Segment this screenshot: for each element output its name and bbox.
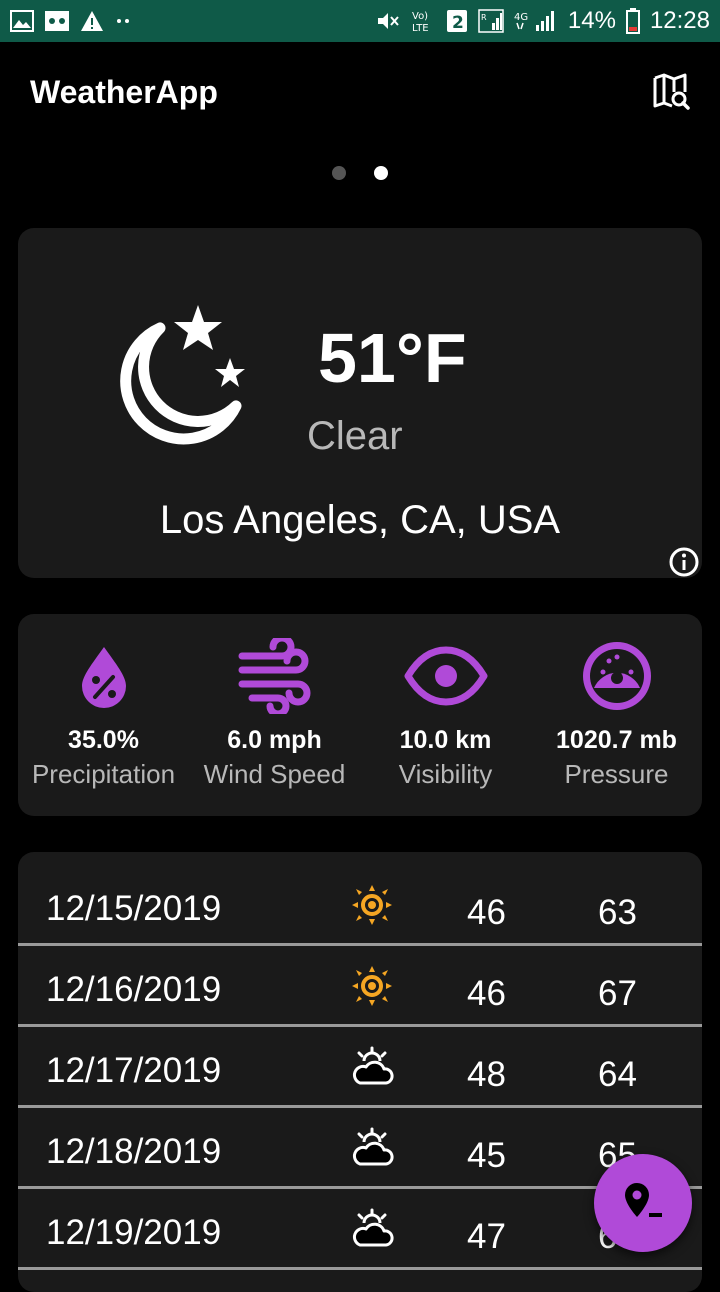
current-temperature: 51°F [318,319,467,397]
weather-stats-card: 35.0% Precipitation 6.0 mph Wind Speed 1… [18,614,702,816]
partly-cloudy-icon [352,1046,394,1085]
partly-cloudy-icon [352,1127,394,1166]
app-bar: WeatherApp [0,42,720,142]
partly-cloudy-icon [352,1208,394,1247]
current-condition: Clear [307,414,403,458]
precipitation-label: Precipitation [31,759,176,789]
stat-precipitation: 35.0% Precipitation [18,614,189,816]
gauge-icon [582,642,651,710]
forecast-date: 12/18/2019 [46,1132,222,1171]
wind-speed-value: 6.0 mph [227,726,322,754]
page-dot-2[interactable] [374,166,388,180]
pressure-label: Pressure [564,759,669,789]
stat-pressure: 1020.7 mb Pressure [531,614,702,816]
forecast-date: 12/17/2019 [46,1051,222,1090]
mute-icon [376,10,400,32]
forecast-high: 67 [598,974,637,1013]
forecast-row[interactable]: 12/16/2019 46 67 [18,946,702,1027]
voicemail-notification-icon [44,10,70,32]
forecast-high: 63 [598,893,637,932]
forecast-date: 12/19/2019 [46,1213,222,1252]
eye-icon [404,646,487,706]
location-remove-icon [625,1183,662,1217]
location-name: Los Angeles, CA, USA [159,498,561,542]
forecast-high: 64 [598,1055,637,1094]
map-search-button[interactable] [646,67,696,117]
page-indicator [0,166,720,180]
app-title: WeatherApp [30,73,218,110]
svg-text:R: R [481,13,487,22]
map-search-icon [653,73,690,110]
visibility-label: Visibility [398,759,493,789]
battery-percent: 14% [567,7,616,34]
page-dot-1[interactable] [332,166,346,180]
svg-text:4G: 4G [514,12,528,23]
precipitation-drop-icon [81,647,126,708]
forecast-low: 46 [467,974,506,1013]
clock: 12:28 [649,7,710,34]
stat-visibility: 10.0 km Visibility [360,614,531,816]
info-icon[interactable] [668,546,700,578]
stat-wind: 6.0 mph Wind Speed [189,614,360,816]
precipitation-value: 35.0% [68,726,139,754]
sim-2-icon: 2 [446,9,468,33]
forecast-row[interactable]: 12/18/2019 45 65 [18,1108,702,1189]
svg-text:Vo): Vo) [412,11,428,22]
forecast-date: 12/15/2019 [46,889,222,928]
volte-icon: Vo) LTE [410,9,436,33]
forecast-date: 12/16/2019 [46,970,222,1009]
visibility-value: 10.0 km [399,726,492,754]
battery-icon [625,8,640,34]
forecast-row[interactable]: 12/15/2019 46 63 [18,852,702,946]
remove-location-button[interactable] [594,1154,692,1252]
forecast-low: 47 [467,1217,506,1256]
gallery-notification-icon [10,10,34,32]
4g-signal-icon: 4G [514,9,558,33]
pressure-value: 1020.7 mb [556,726,677,754]
wind-speed-label: Wind Speed [203,759,346,789]
forecast-row[interactable]: 12/17/2019 48 64 [18,1027,702,1108]
signal-roaming-icon: R [478,9,504,33]
forecast-low: 48 [467,1055,506,1094]
sunny-icon [352,966,392,1006]
svg-text:LTE: LTE [412,23,429,33]
forecast-low: 46 [467,893,506,932]
forecast-low: 45 [467,1136,506,1175]
wind-icon [238,638,310,714]
status-bar: Vo) LTE 2 R 4G 14% 12:28 [0,0,720,42]
sunny-icon [352,885,392,925]
more-notifications-icon [114,17,134,25]
moon-stars-icon [120,305,245,445]
warning-notification-icon [80,10,104,32]
svg-text:2: 2 [452,13,464,33]
